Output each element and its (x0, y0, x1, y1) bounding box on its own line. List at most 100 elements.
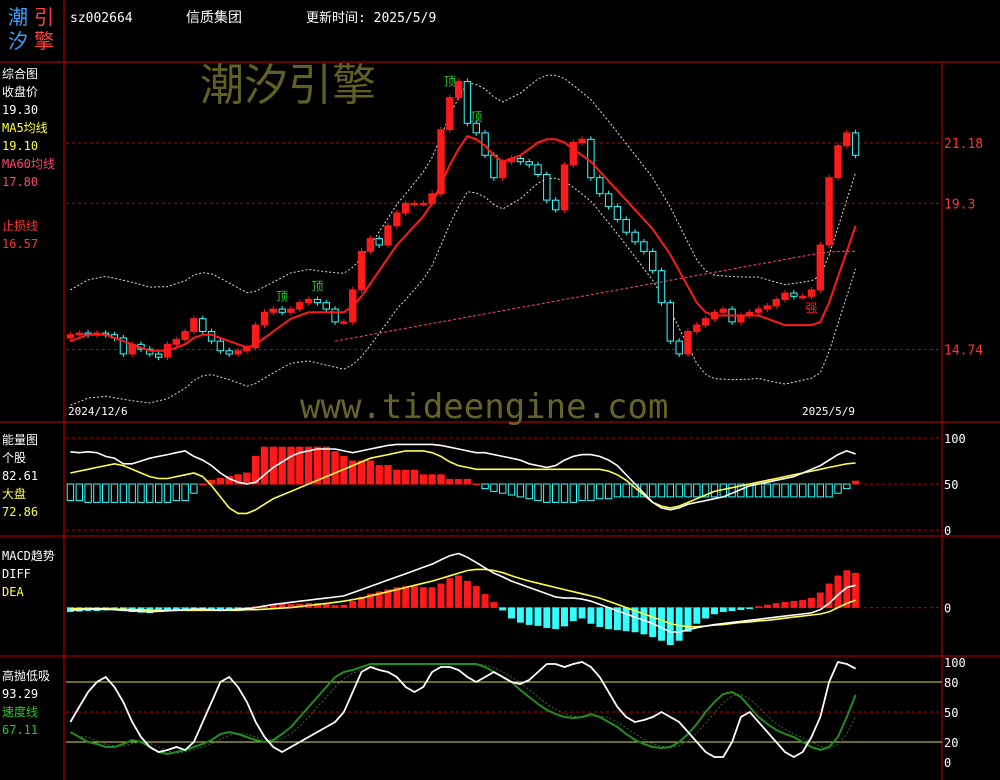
macd-bar (463, 580, 471, 608)
energy-bar (790, 483, 798, 498)
candle-body (604, 193, 613, 208)
signal-label: 顶 (311, 280, 323, 294)
stock-name: 信质集团 (186, 9, 242, 26)
candle-body (287, 308, 295, 313)
energy-bar (243, 472, 251, 485)
energy-bar (604, 483, 613, 500)
macd-bar (852, 572, 860, 608)
candle-body (472, 122, 481, 134)
logo-char: 汐 (8, 29, 28, 53)
candle-body (640, 241, 648, 252)
candle-body (657, 270, 666, 304)
candle-body (754, 308, 763, 313)
energy-bar (781, 483, 789, 498)
candle-body (649, 250, 657, 272)
macd-bar (675, 607, 683, 641)
macd-bar (711, 607, 718, 615)
energy-bar (366, 460, 375, 485)
candle-body (393, 212, 401, 227)
macd-bar (455, 575, 463, 608)
macd-bar (402, 586, 410, 608)
energy-bar (393, 469, 401, 485)
candle-body (454, 81, 463, 99)
ma60-line (335, 250, 856, 342)
energy-bar (428, 474, 436, 485)
macd-bar (349, 600, 357, 608)
macd-bar (499, 607, 507, 611)
macd-bar (808, 597, 815, 608)
macd-bar (322, 604, 330, 608)
candle-body (825, 177, 833, 246)
update-time: 更新时间: 2025/5/9 (306, 10, 436, 26)
macd-bar (578, 607, 586, 619)
energy-bar (128, 483, 136, 503)
lower-band-line (70, 177, 857, 406)
candle-body (675, 340, 683, 355)
macd-bar (446, 578, 454, 608)
macd-bar (728, 607, 736, 612)
stop-value: 16.57 (2, 237, 38, 251)
energy-bar (613, 483, 622, 498)
energy-bar (684, 483, 692, 498)
candle-body (693, 324, 701, 333)
macd-axis-label: 0 (944, 602, 951, 616)
energy-bar (843, 483, 851, 490)
macd-bar (481, 594, 489, 608)
energy-bar (543, 483, 551, 503)
candle-body (446, 97, 454, 131)
stock-energy-value: 82.61 (2, 469, 38, 483)
candle-body (799, 295, 807, 299)
candle-body (851, 132, 860, 156)
macd-bar (737, 607, 745, 610)
energy-bar (322, 446, 331, 485)
watermark-logo: 潮汐引擎 (200, 60, 376, 111)
macd-bar (569, 607, 577, 622)
macd-bar (437, 583, 445, 608)
energy-bar (816, 483, 824, 498)
osc-value: 93.29 (2, 687, 38, 701)
candle-body (278, 308, 286, 313)
market-energy-value: 72.86 (2, 505, 38, 519)
energy-bar (516, 483, 525, 498)
energy-bar (569, 483, 577, 503)
energy-bar (578, 483, 586, 502)
candle-body (225, 350, 233, 355)
panel-title: 综合图 (2, 66, 38, 81)
macd-bar (702, 607, 710, 619)
ma60-label: MA60均线 (2, 157, 55, 171)
macd-bar (684, 607, 692, 632)
macd-bar (278, 604, 286, 608)
energy-bar (552, 483, 560, 503)
stock-code: sz002664 (70, 11, 133, 26)
candle-body (199, 318, 207, 333)
energy-bar (181, 483, 189, 502)
macd-bar (340, 604, 348, 608)
candle-body (155, 353, 163, 358)
candle-body (419, 202, 428, 206)
macd-bar (525, 607, 533, 625)
macd-bar (508, 607, 515, 619)
macd-bar (790, 600, 798, 608)
macd-bar (331, 605, 339, 608)
candle-body (269, 308, 278, 313)
candle-body (613, 206, 622, 220)
candle-body (543, 174, 551, 201)
candle-body (684, 331, 692, 355)
energy-bar (410, 469, 419, 485)
macd-bar (799, 599, 807, 608)
candle-body (516, 158, 525, 163)
energy-bar (93, 483, 101, 503)
diff-label: DIFF (2, 567, 31, 581)
energy-bar (84, 483, 92, 503)
macd-title: MACD趋势 (2, 549, 55, 563)
upper-band-line (70, 74, 857, 294)
macd-bar (666, 607, 674, 645)
candle-body (172, 339, 181, 345)
candle-body (719, 308, 727, 313)
macd-bar (428, 587, 436, 608)
macd-bar (543, 607, 551, 628)
energy-bar (772, 483, 780, 498)
signal-label: 顶 (470, 110, 482, 124)
energy-bar (490, 483, 498, 492)
osc-axis-label: 20 (944, 736, 958, 750)
